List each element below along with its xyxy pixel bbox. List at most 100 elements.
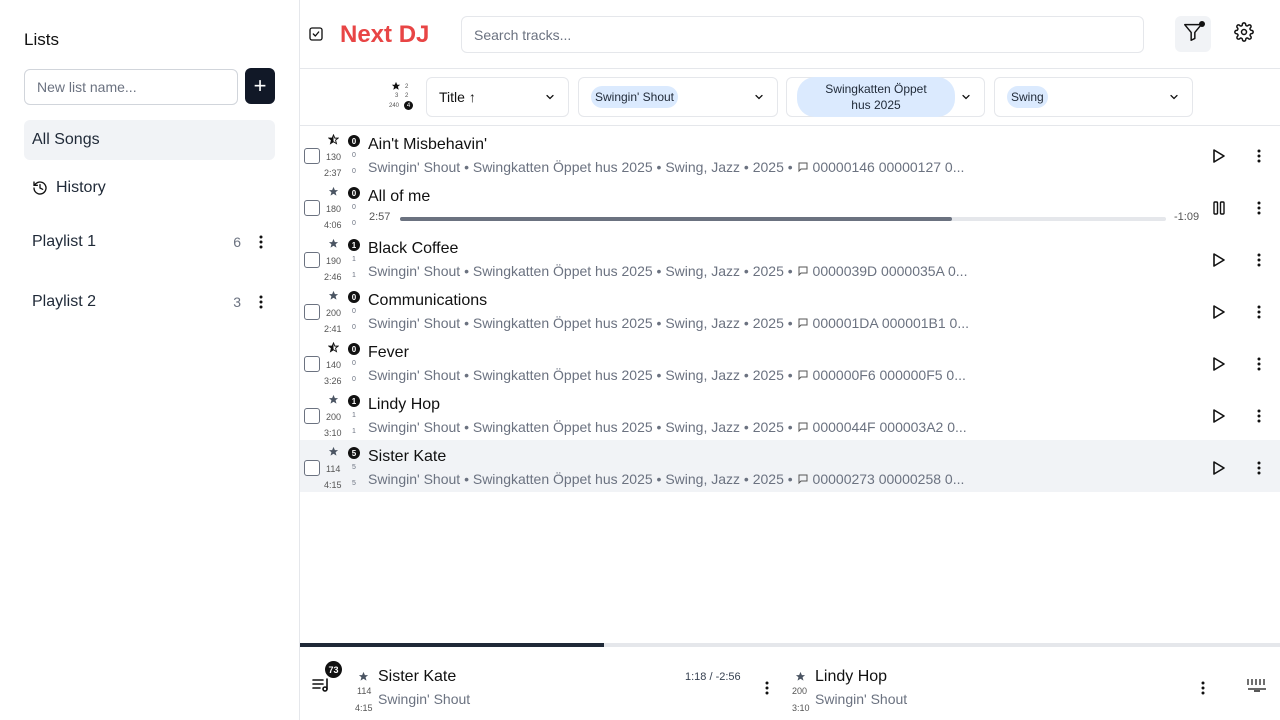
rating-badge: 5 (348, 447, 360, 459)
more-vertical-icon[interactable] (1253, 304, 1265, 320)
track-row[interactable]: 0 200 2:41 0 0 Communications Swingin' S… (300, 284, 1280, 336)
sidebar: Lists + All Songs History Playlist 1 6 P… (0, 0, 300, 720)
track-row[interactable]: 5 114 4:15 5 5 Sister Kate Swingin' Shou… (300, 440, 1280, 492)
track-duration: 3:10 (324, 428, 342, 438)
top-header: Next DJ (300, 0, 1280, 69)
sidebar-item-label: Playlist 2 (32, 293, 97, 310)
track-bpm: 180 (326, 204, 342, 214)
play-icon[interactable] (1211, 460, 1227, 476)
track-title: Ain't Misbehavin' (368, 136, 488, 153)
more-vertical-icon[interactable] (1253, 408, 1265, 424)
more-vertical-icon[interactable] (1253, 252, 1265, 268)
comment-icon (797, 472, 809, 485)
play-icon[interactable] (1211, 252, 1227, 268)
crossfade-icon[interactable] (1246, 673, 1268, 695)
search-input[interactable] (461, 16, 1144, 53)
star-icon[interactable] (328, 186, 339, 197)
play-icon[interactable] (1211, 408, 1227, 424)
app-root: Lists + All Songs History Playlist 1 6 P… (0, 0, 1280, 720)
rating-badge: 1 (348, 239, 360, 251)
track-row[interactable]: 1 200 3:10 1 1 Lindy Hop Swingin' Shout … (300, 388, 1280, 440)
elapsed-time: 2:57 (369, 211, 391, 223)
playlist-count: 3 (233, 294, 241, 310)
track-progress[interactable]: 2:57 -1:09 (368, 210, 1203, 226)
star-icon[interactable] (328, 446, 339, 457)
star-icon[interactable] (328, 394, 339, 405)
genre-filter-select[interactable]: Swing (994, 77, 1193, 117)
star-icon[interactable] (795, 669, 806, 681)
track-checkbox[interactable] (304, 356, 320, 372)
play-icon[interactable] (1211, 356, 1227, 372)
track-bpm: 130 (326, 152, 342, 162)
sort-by-rating-button[interactable]: 2 3 2 240 4 (389, 81, 413, 113)
more-vertical-icon[interactable] (1253, 356, 1265, 372)
now-playing-time: 1:18 / -2:56 (685, 671, 741, 683)
track-bpm: 190 (326, 256, 342, 266)
track-subtitle: Swingin' Shout • Swingkatten Öppet hus 2… (368, 471, 965, 487)
star-icon[interactable] (358, 669, 369, 681)
chevron-down-icon (544, 91, 556, 103)
track-row[interactable]: 0 140 3:26 0 0 Fever Swingin' Shout • Sw… (300, 336, 1280, 388)
chevron-down-icon (753, 91, 765, 103)
track-subtitle: Swingin' Shout • Swingkatten Öppet hus 2… (368, 419, 967, 435)
track-duration: 2:46 (324, 272, 342, 282)
star-icon[interactable] (328, 238, 339, 249)
track-checkbox[interactable] (304, 304, 320, 320)
album-filter-select[interactable]: Swingkatten Öppet hus 2025 (786, 77, 985, 117)
rating-badge: 0 (348, 291, 360, 303)
pause-icon[interactable] (1211, 200, 1227, 216)
progress-fill (400, 217, 952, 221)
track-subtitle: Swingin' Shout • Swingkatten Öppet hus 2… (368, 315, 970, 331)
more-vertical-icon[interactable] (1197, 680, 1209, 696)
more-vertical-icon[interactable] (255, 294, 267, 310)
now-playing-bpm: 114 (357, 686, 372, 696)
track-checkbox[interactable] (304, 252, 320, 268)
rating-badge: 0 (348, 343, 360, 355)
track-checkbox[interactable] (304, 200, 320, 216)
track-row[interactable]: 1 190 2:46 1 1 Black Coffee Swingin' Sho… (300, 232, 1280, 284)
sidebar-title: Lists (24, 30, 59, 49)
track-checkbox[interactable] (304, 460, 320, 476)
star-icon[interactable] (328, 290, 339, 301)
play-icon[interactable] (1211, 148, 1227, 164)
sidebar-item-history[interactable]: History (24, 168, 275, 208)
track-checkbox[interactable] (304, 148, 320, 164)
filter-active-dot (1199, 21, 1205, 27)
track-checkbox[interactable] (304, 408, 320, 424)
comment-icon (797, 316, 809, 329)
more-vertical-icon[interactable] (1253, 460, 1265, 476)
gear-icon (1234, 21, 1254, 47)
track-meta: 0 180 4:06 0 0 (322, 184, 366, 232)
new-list-input[interactable] (24, 69, 238, 105)
more-vertical-icon[interactable] (761, 680, 773, 696)
track-row[interactable]: 0 130 2:37 0 0 Ain't Misbehavin' Swingin… (300, 128, 1280, 180)
sidebar-item-playlist-1[interactable]: Playlist 1 6 (24, 222, 275, 262)
queue-icon[interactable] (312, 675, 332, 693)
track-meta: 0 140 3:26 0 0 (322, 340, 366, 388)
play-icon[interactable] (1211, 304, 1227, 320)
rating-badge: 1 (348, 395, 360, 407)
sidebar-item-label: Playlist 1 (32, 233, 97, 250)
artist-filter-chip: Swingin' Shout (591, 86, 679, 108)
select-mode-icon[interactable] (308, 26, 324, 42)
progress-bar[interactable] (400, 217, 1166, 221)
star-half-icon[interactable] (327, 341, 340, 353)
settings-button[interactable] (1232, 21, 1256, 47)
next-track-title: Lindy Hop (815, 668, 888, 685)
now-playing-artist: Swingin' Shout (378, 691, 471, 707)
track-row[interactable]: 0 180 4:06 0 0 All of me 2:57 -1:09 (300, 180, 1280, 232)
more-vertical-icon[interactable] (1253, 200, 1265, 216)
filter-button[interactable] (1175, 16, 1211, 52)
add-list-button[interactable]: + (245, 68, 275, 104)
more-vertical-icon[interactable] (1253, 148, 1265, 164)
sort-select[interactable]: Title ↑ (426, 77, 569, 117)
star-half-icon[interactable] (327, 133, 340, 145)
track-bpm: 200 (326, 412, 342, 422)
artist-filter-select[interactable]: Swingin' Shout (578, 77, 778, 117)
sidebar-item-all-songs[interactable]: All Songs (24, 120, 275, 160)
more-vertical-icon[interactable] (255, 234, 267, 250)
now-playing-duration: 4:15 (355, 703, 373, 713)
genre-filter-chip: Swing (1007, 86, 1048, 108)
track-subtitle: Swingin' Shout • Swingkatten Öppet hus 2… (368, 367, 966, 383)
sidebar-item-playlist-2[interactable]: Playlist 2 3 (24, 282, 275, 322)
